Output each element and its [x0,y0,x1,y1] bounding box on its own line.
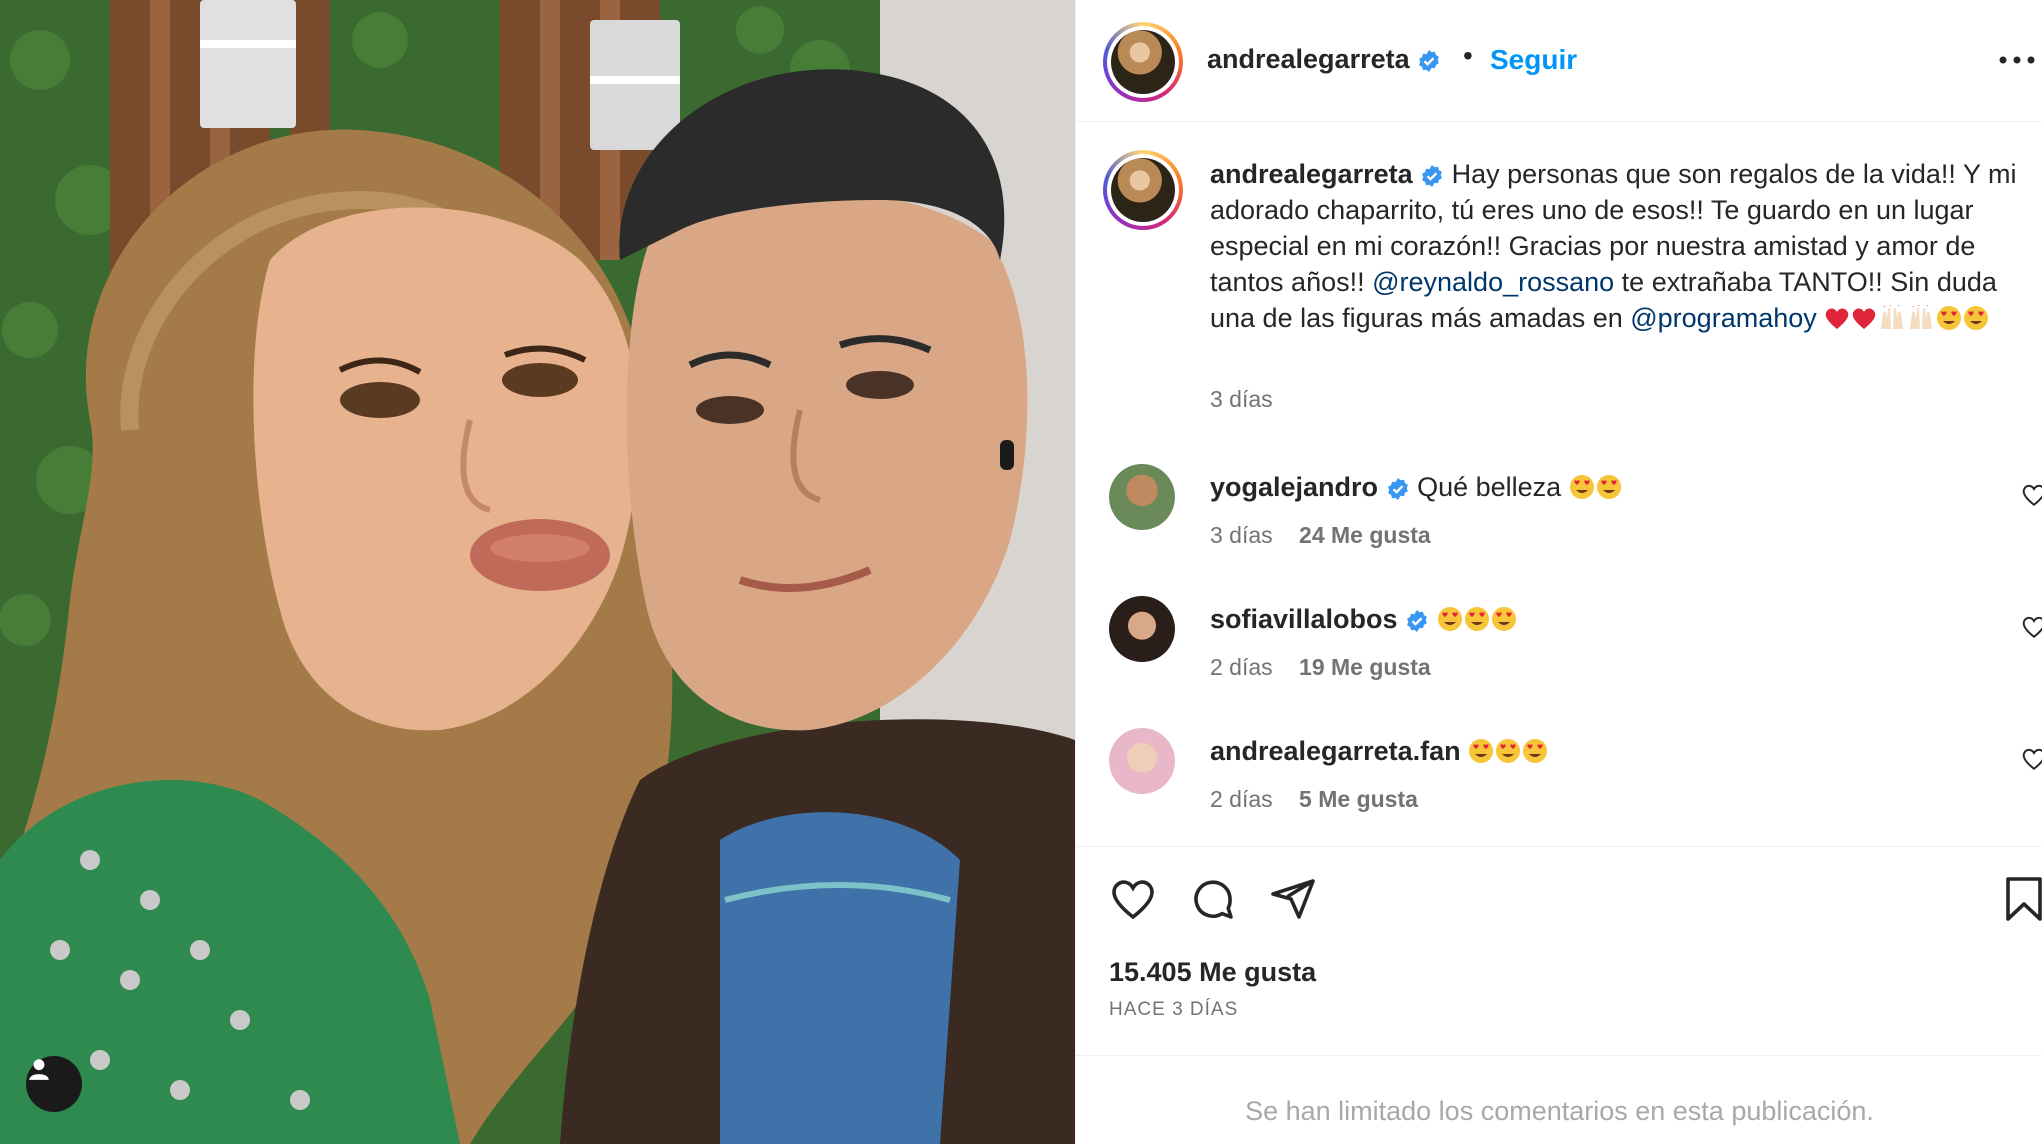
heart-icon[interactable] [2021,614,2042,640]
mention-link-reynaldo[interactable]: @reynaldo_rossano [1372,267,1614,297]
comment-likes[interactable]: 19 Me gusta [1299,654,1431,680]
heart-icon[interactable] [2021,746,2042,772]
comments-limited-notice: Se han limitado los comentarios en esta … [1245,1096,1874,1126]
comment-time: 2 días [1210,786,1273,812]
commenter-username[interactable]: andrealegarreta.fan [1210,736,1461,766]
comment-item: andrealegarreta.fan 2 días 5 Me gusta [1076,724,2042,834]
heart-eyes-emoji-icon [1464,607,1489,631]
verified-badge-icon [1419,49,1440,72]
raising-hands-emoji-icon [1881,305,1904,329]
comment-likes[interactable]: 5 Me gusta [1299,786,1418,812]
comment-text: yogalejandro Qué belleza [1210,472,1623,503]
comment-time: 3 días [1210,522,1273,548]
author-username[interactable]: andrealegarreta [1207,44,1410,74]
comment-item: sofiavillalobos 2 días 19 Me gusta [1076,592,2042,702]
commenter-avatar[interactable] [1109,728,1175,794]
heart-eyes-emoji-icon [1596,475,1621,499]
comment-meta: 2 días 19 Me gusta [1210,654,1431,681]
post-header: andrealegarreta • Seguir [1076,0,2042,122]
caption-author-avatar[interactable] [1103,150,1183,230]
likes-count[interactable]: 15.405 Me gusta [1109,957,1316,988]
comment-body: Qué belleza [1417,472,1562,502]
raising-hands-emoji-icon [1910,305,1933,329]
commenter-username[interactable]: yogalejandro [1210,472,1378,502]
post-photo[interactable] [0,0,1075,1144]
paper-plane-icon[interactable] [1269,875,1317,923]
follow-button[interactable]: Seguir [1490,44,1577,76]
comment-text: sofiavillalobos [1210,604,1518,635]
red-heart-emoji-icon [1853,308,1876,329]
caption-timestamp: 3 días [1210,386,1273,412]
bookmark-icon[interactable] [2000,875,2042,923]
commenter-avatar[interactable] [1109,464,1175,530]
verified-badge-icon [1422,164,1443,187]
comment-item: yogalejandro Qué belleza 3 días 24 Me gu… [1076,460,2042,570]
heart-eyes-emoji-icon [1964,306,1989,330]
heart-icon[interactable] [1109,875,1157,923]
heart-eyes-emoji-icon [1496,739,1521,763]
post-time-ago: HACE 3 DÍAS [1109,999,1239,1020]
person-icon [29,1059,49,1080]
post-details-panel: andrealegarreta • Seguir andrealegarreta… [1075,0,2042,1144]
user-tag-button[interactable] [26,1056,82,1112]
comment-meta: 3 días 24 Me gusta [1210,522,1431,549]
mention-link-programahoy[interactable]: @programahoy [1630,303,1817,333]
author-username-row[interactable]: andrealegarreta [1207,44,1441,75]
heart-eyes-emoji-icon [1491,607,1516,631]
heart-eyes-emoji-icon [1569,475,1594,499]
red-heart-emoji-icon [1826,308,1849,329]
ellipsis-icon[interactable] [1997,46,2037,74]
caption-text: andrealegarreta Hay personas que son reg… [1210,156,2020,336]
commenter-username[interactable]: sofiavillalobos [1210,604,1398,634]
caption-username[interactable]: andrealegarreta [1210,159,1413,189]
comment-time: 2 días [1210,654,1273,680]
photo-illustration [0,0,1075,1144]
comment-text: andrealegarreta.fan [1210,736,1549,767]
author-avatar[interactable] [1103,22,1183,102]
verified-badge-icon [1407,609,1427,632]
post-actions: 15.405 Me gusta HACE 3 DÍAS [1076,846,2042,1056]
comment-meta: 2 días 5 Me gusta [1210,786,1418,813]
caption-emojis [1824,303,1990,333]
comment-likes[interactable]: 24 Me gusta [1299,522,1431,548]
heart-eyes-emoji-icon [1437,607,1462,631]
comment-bubble-icon[interactable] [1189,875,1237,923]
heart-eyes-emoji-icon [1469,739,1494,763]
verified-badge-icon [1387,477,1408,500]
heart-eyes-emoji-icon [1937,306,1962,330]
separator-dot: • [1463,40,1473,71]
commenter-avatar[interactable] [1109,596,1175,662]
heart-eyes-emoji-icon [1523,739,1548,763]
heart-icon[interactable] [2021,482,2042,508]
